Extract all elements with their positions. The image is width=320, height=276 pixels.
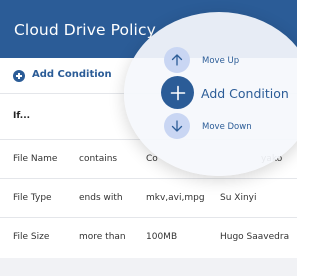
condition-field: File Size <box>13 232 50 242</box>
condition-operator: more than <box>79 232 126 242</box>
radial-add-condition-button[interactable] <box>161 76 194 109</box>
condition-owner: Hugo Saavedra <box>220 232 290 242</box>
move-up-label[interactable]: Move Up <box>202 56 239 66</box>
add-condition-label: Add Condition <box>32 69 112 80</box>
if-label: If... <box>13 111 31 121</box>
move-up-button[interactable] <box>164 47 190 73</box>
plus-icon <box>170 85 185 100</box>
condition-row[interactable]: File Type ends with mkv,avi,mpg Su Xinyi <box>0 179 297 218</box>
condition-value: 100MB <box>146 232 178 242</box>
page-title: Cloud Drive Policy <box>14 21 156 39</box>
radial-add-condition-label[interactable]: Add Condition <box>201 86 289 101</box>
condition-row[interactable]: File Size more than 100MB Hugo Saavedra <box>0 218 297 257</box>
app-frame: Cloud Drive Policy Add Condition If... F… <box>0 0 297 276</box>
condition-operator: ends with <box>79 193 123 203</box>
condition-operator: contains <box>79 154 118 164</box>
arrow-down-icon <box>171 120 183 132</box>
move-down-button[interactable] <box>164 113 190 139</box>
plus-circle-icon <box>13 70 25 82</box>
condition-value: mkv,avi,mpg <box>146 193 205 203</box>
condition-owner: Su Xinyi <box>220 193 257 203</box>
condition-field: File Name <box>13 154 58 164</box>
move-down-label[interactable]: Move Down <box>202 122 252 132</box>
condition-field: File Type <box>13 193 52 203</box>
arrow-up-icon <box>171 54 183 66</box>
